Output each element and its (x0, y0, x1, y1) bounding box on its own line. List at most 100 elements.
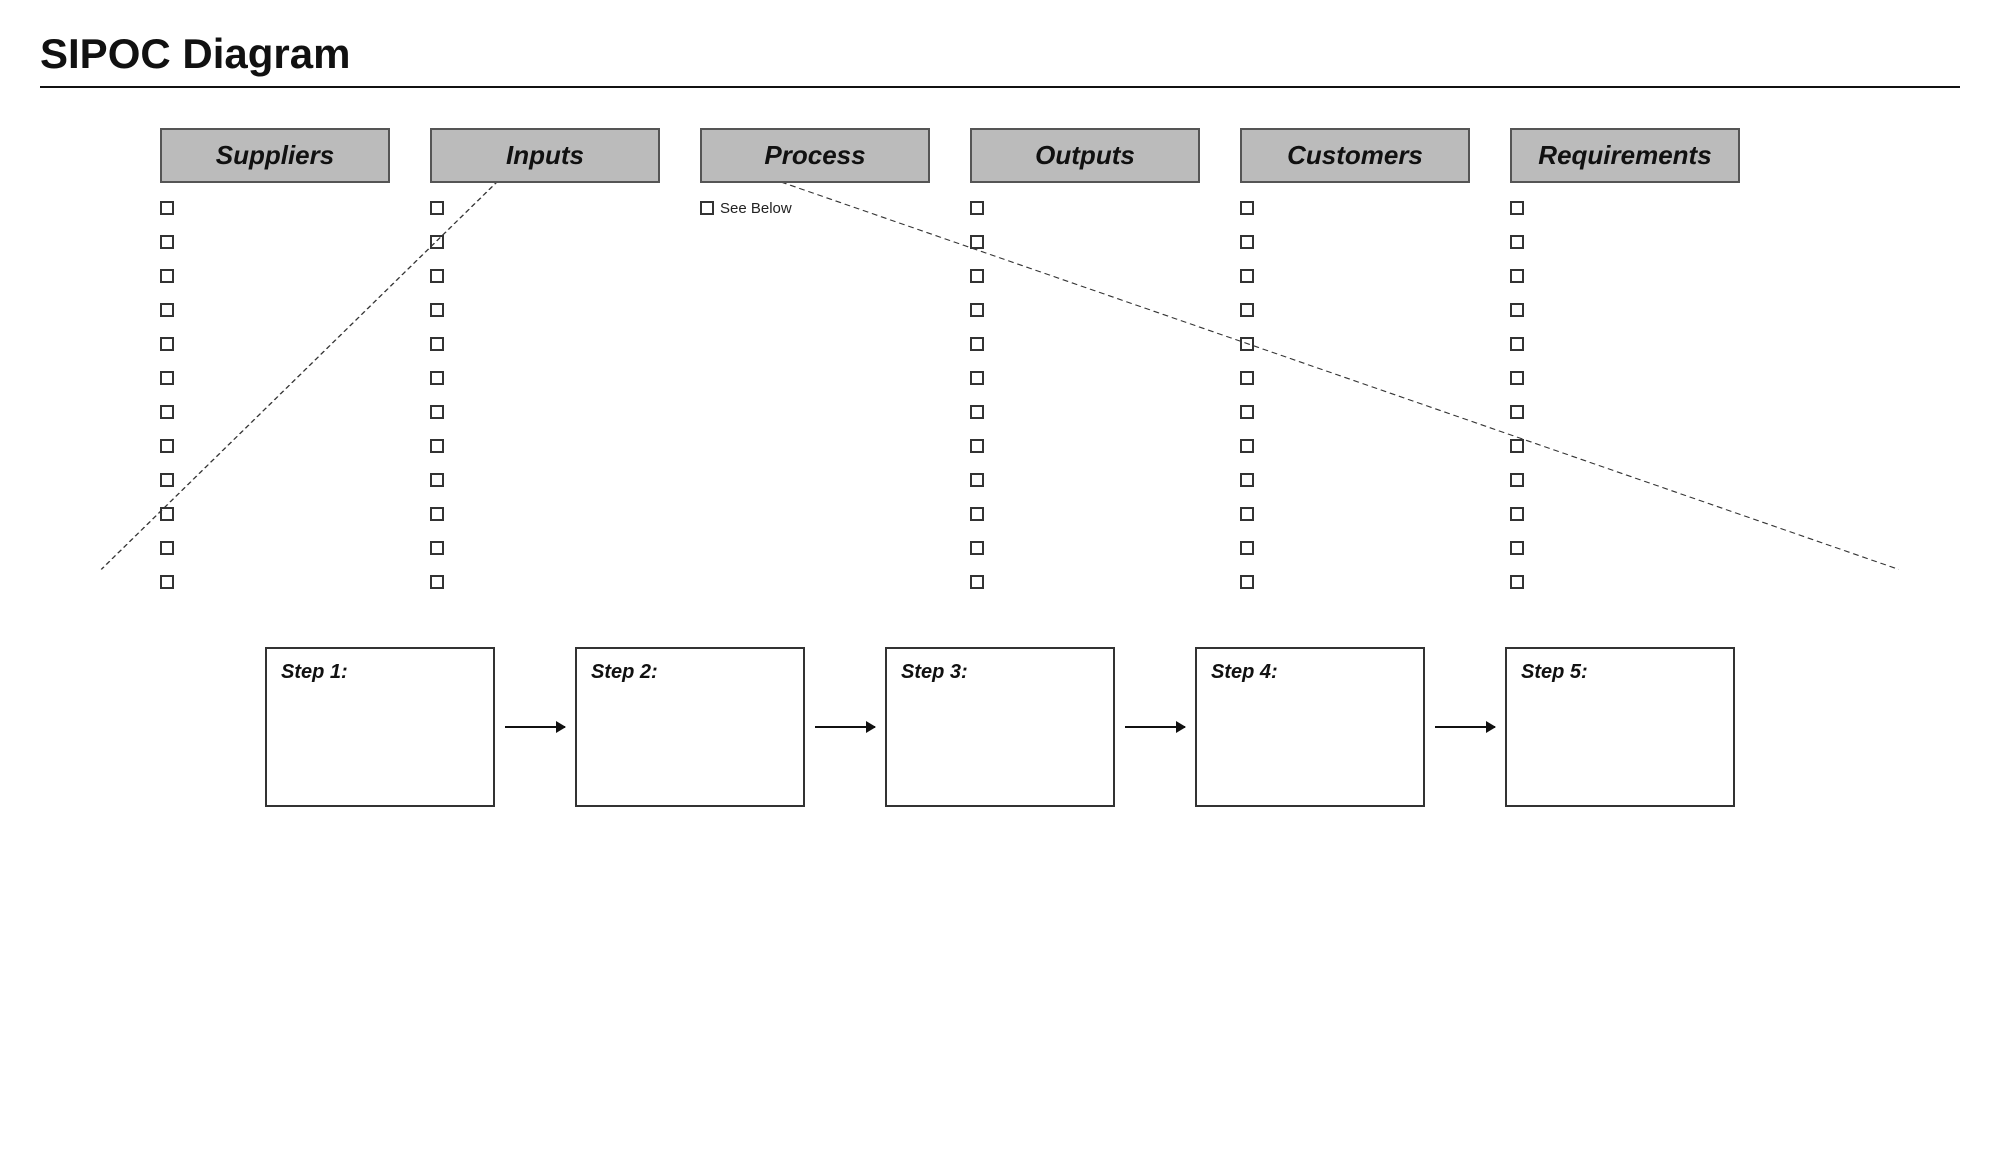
list-item (1510, 499, 1740, 529)
list-item (430, 363, 660, 393)
checkbox-icon[interactable] (160, 235, 174, 249)
checkbox-icon[interactable] (430, 371, 444, 385)
checkbox-icon[interactable] (1240, 235, 1254, 249)
checkbox-icon[interactable] (430, 337, 444, 351)
checkbox-icon[interactable] (1510, 507, 1524, 521)
checkbox-icon[interactable] (1510, 541, 1524, 555)
process-header: Process (700, 128, 930, 183)
checkbox-icon[interactable] (970, 439, 984, 453)
customers-header: Customers (1240, 128, 1470, 183)
checkbox-icon[interactable] (430, 507, 444, 521)
step2-label: Step 2: (591, 661, 658, 683)
checkbox-icon[interactable] (1240, 371, 1254, 385)
checkbox-icon[interactable] (160, 371, 174, 385)
list-item (430, 329, 660, 359)
checkbox-icon[interactable] (1240, 201, 1254, 215)
step3-box[interactable]: Step 3: (885, 647, 1115, 807)
arrow-2-3 (805, 726, 885, 728)
checkbox-icon[interactable] (1240, 575, 1254, 589)
checkbox-icon[interactable] (1510, 303, 1524, 317)
checkbox-icon[interactable] (970, 371, 984, 385)
customers-items (1240, 193, 1470, 597)
checkbox-icon[interactable] (970, 507, 984, 521)
checkbox-icon[interactable] (970, 541, 984, 555)
list-item (970, 295, 1200, 325)
checkbox-icon[interactable] (160, 439, 174, 453)
checkbox-icon[interactable] (1240, 269, 1254, 283)
checkbox-icon[interactable] (1510, 337, 1524, 351)
checkbox-icon[interactable] (430, 405, 444, 419)
checkbox-icon[interactable] (160, 269, 174, 283)
checkbox-icon[interactable] (970, 575, 984, 589)
list-item (1240, 193, 1470, 223)
checkbox-icon[interactable] (1510, 575, 1524, 589)
list-item (1240, 261, 1470, 291)
checkbox-icon[interactable] (1240, 337, 1254, 351)
list-item (1510, 533, 1740, 563)
checkbox-icon[interactable] (160, 201, 174, 215)
list-item (160, 295, 390, 325)
sipoc-container: Suppliers (40, 128, 1960, 807)
checkbox-icon[interactable] (970, 337, 984, 351)
checkbox-icon[interactable] (430, 269, 444, 283)
inputs-column: Inputs (430, 128, 660, 597)
checkbox-icon[interactable] (970, 235, 984, 249)
checkbox-icon[interactable] (1240, 541, 1254, 555)
checkbox-icon[interactable] (430, 303, 444, 317)
list-item (1510, 431, 1740, 461)
checkbox-icon[interactable] (1240, 507, 1254, 521)
process-steps-row: Step 1: Step 2: Step 3: Step 4: Step 5: (40, 647, 1960, 807)
checkbox-icon[interactable] (430, 235, 444, 249)
checkbox-icon[interactable] (1240, 303, 1254, 317)
checkbox-icon[interactable] (1510, 473, 1524, 487)
checkbox-icon[interactable] (1510, 235, 1524, 249)
checkbox-icon[interactable] (430, 201, 444, 215)
checkbox-icon[interactable] (970, 269, 984, 283)
list-item (1510, 465, 1740, 495)
list-item (430, 295, 660, 325)
checkbox-icon[interactable] (1510, 269, 1524, 283)
list-item (160, 567, 390, 597)
checkbox-icon[interactable] (1510, 439, 1524, 453)
checkbox-icon[interactable] (160, 541, 174, 555)
checkbox-icon[interactable] (160, 405, 174, 419)
checkbox-icon[interactable] (160, 337, 174, 351)
list-item (430, 261, 660, 291)
checkbox-icon[interactable] (1240, 405, 1254, 419)
checkbox-icon[interactable] (970, 405, 984, 419)
list-item (1240, 295, 1470, 325)
checkbox-icon[interactable] (970, 201, 984, 215)
list-item (160, 261, 390, 291)
checkbox-icon[interactable] (700, 201, 714, 215)
step4-label: Step 4: (1211, 661, 1278, 683)
checkbox-icon[interactable] (970, 303, 984, 317)
checkbox-icon[interactable] (430, 575, 444, 589)
step4-box[interactable]: Step 4: (1195, 647, 1425, 807)
checkbox-icon[interactable] (160, 473, 174, 487)
checkbox-icon[interactable] (430, 439, 444, 453)
checkbox-icon[interactable] (1510, 201, 1524, 215)
checkbox-icon[interactable] (430, 541, 444, 555)
list-item (970, 567, 1200, 597)
page-title: SIPOC Diagram (40, 30, 1960, 78)
process-items: See Below (700, 193, 930, 223)
checkbox-icon[interactable] (1510, 405, 1524, 419)
arrow-4-5 (1425, 726, 1505, 728)
checkbox-icon[interactable] (970, 473, 984, 487)
list-item (430, 193, 660, 223)
list-item (1510, 363, 1740, 393)
step1-box[interactable]: Step 1: (265, 647, 495, 807)
step5-box[interactable]: Step 5: (1505, 647, 1735, 807)
checkbox-icon[interactable] (1240, 473, 1254, 487)
outputs-items (970, 193, 1200, 597)
checkbox-icon[interactable] (160, 575, 174, 589)
checkbox-icon[interactable] (160, 507, 174, 521)
checkbox-icon[interactable] (160, 303, 174, 317)
checkbox-icon[interactable] (430, 473, 444, 487)
list-item (1510, 397, 1740, 427)
list-item (970, 193, 1200, 223)
step2-box[interactable]: Step 2: (575, 647, 805, 807)
checkbox-icon[interactable] (1510, 371, 1524, 385)
customers-column: Customers (1240, 128, 1470, 597)
checkbox-icon[interactable] (1240, 439, 1254, 453)
